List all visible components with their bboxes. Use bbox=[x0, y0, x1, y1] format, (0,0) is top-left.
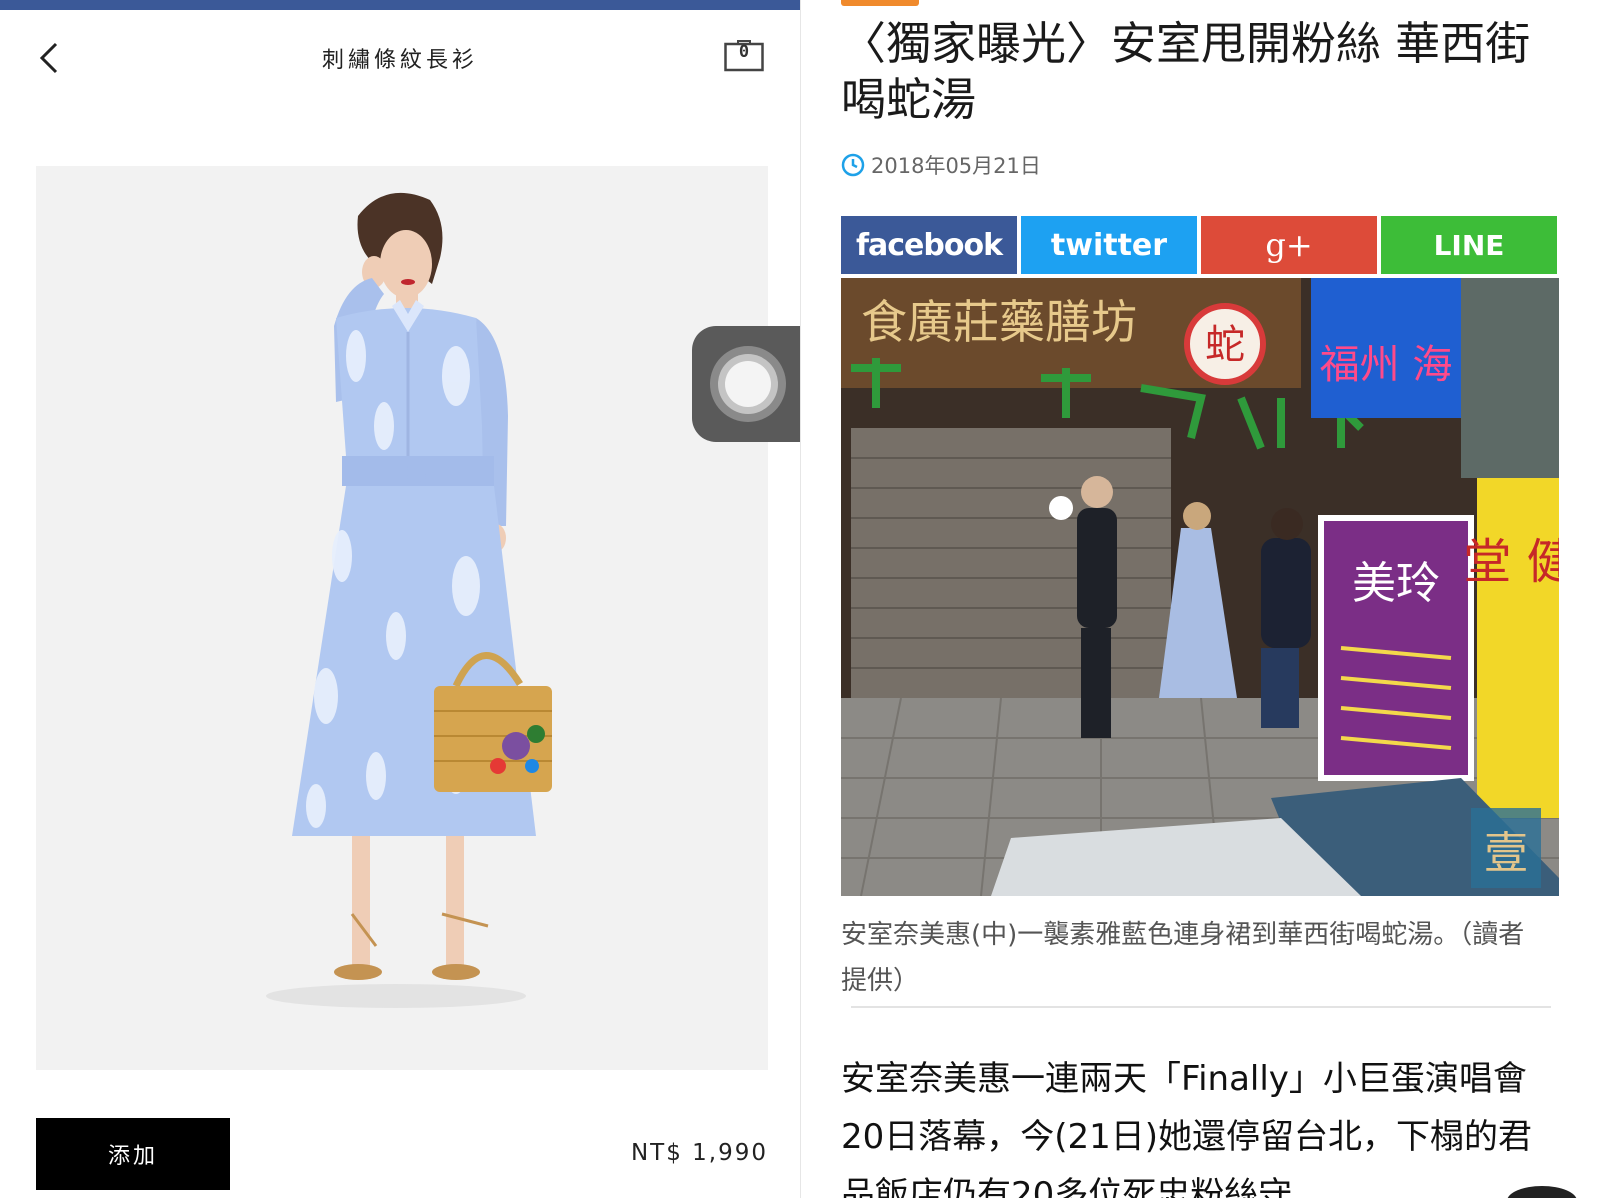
product-image[interactable] bbox=[36, 166, 768, 1070]
model-photo bbox=[36, 166, 768, 1070]
back-chevron-icon bbox=[39, 42, 58, 74]
back-button[interactable] bbox=[36, 40, 66, 80]
article-photo[interactable]: 食廣莊藥膳坊 蛇 福州 海 美玲 堂 健 壹 bbox=[841, 278, 1559, 896]
top-sign-text: 食廣莊藥膳坊 bbox=[861, 295, 1137, 349]
shop-pane: 刺繡條紋長衫 0 添加 NT$ 1,990 bbox=[0, 0, 800, 1198]
yellow-sign-text: 堂 健 bbox=[1463, 534, 1559, 590]
share-bar: facebook twitter g+ LINE bbox=[841, 216, 1559, 274]
article-headline: 〈獨家曝光〉安室甩開粉絲 華西街喝蛇湯 bbox=[841, 17, 1531, 126]
share-facebook-button[interactable]: facebook bbox=[841, 216, 1017, 274]
product-price: NT$ 1,990 bbox=[630, 1140, 768, 1166]
product-title: 刺繡條紋長衫 bbox=[321, 48, 478, 73]
share-twitter-button[interactable]: twitter bbox=[1021, 216, 1197, 274]
news-pane: 〈獨家曝光〉安室甩開粉絲 華西街喝蛇湯 2018年05月21日 facebook… bbox=[801, 0, 1600, 1198]
share-line-button[interactable]: LINE bbox=[1381, 216, 1557, 274]
purple-sign-text: 美玲 bbox=[1352, 558, 1440, 609]
publish-date: 2018年05月21日 bbox=[871, 154, 1041, 178]
blue-sign-text: 福州 海 bbox=[1320, 342, 1453, 388]
add-to-cart-button[interactable]: 添加 bbox=[36, 1118, 230, 1190]
clock-icon bbox=[841, 153, 865, 177]
assistive-touch-button[interactable] bbox=[692, 326, 800, 442]
assistive-touch-center bbox=[725, 361, 771, 407]
share-google-plus-button[interactable]: g+ bbox=[1201, 216, 1377, 274]
snake-sign-text: 蛇 bbox=[1205, 322, 1245, 368]
category-tag[interactable] bbox=[841, 0, 919, 6]
date-row: 2018年05月21日 bbox=[841, 150, 1041, 180]
caption-divider bbox=[851, 1006, 1551, 1008]
cart-count: 0 bbox=[738, 42, 750, 62]
top-status-strip bbox=[0, 0, 800, 10]
photo-caption: 安室奈美惠(中)一襲素雅藍色連身裙到華西街喝蛇湯。（讀者提供） bbox=[841, 920, 1525, 996]
watermark-text: 壹 bbox=[1484, 828, 1528, 879]
cart-button[interactable]: 0 bbox=[724, 38, 764, 72]
article-body: 安室奈美惠一連兩天「Finally」小巨蛋演唱會20日落幕，今(21日)她還停留… bbox=[841, 1059, 1533, 1198]
street-photo: 食廣莊藥膳坊 蛇 福州 海 美玲 堂 健 壹 bbox=[841, 278, 1559, 896]
